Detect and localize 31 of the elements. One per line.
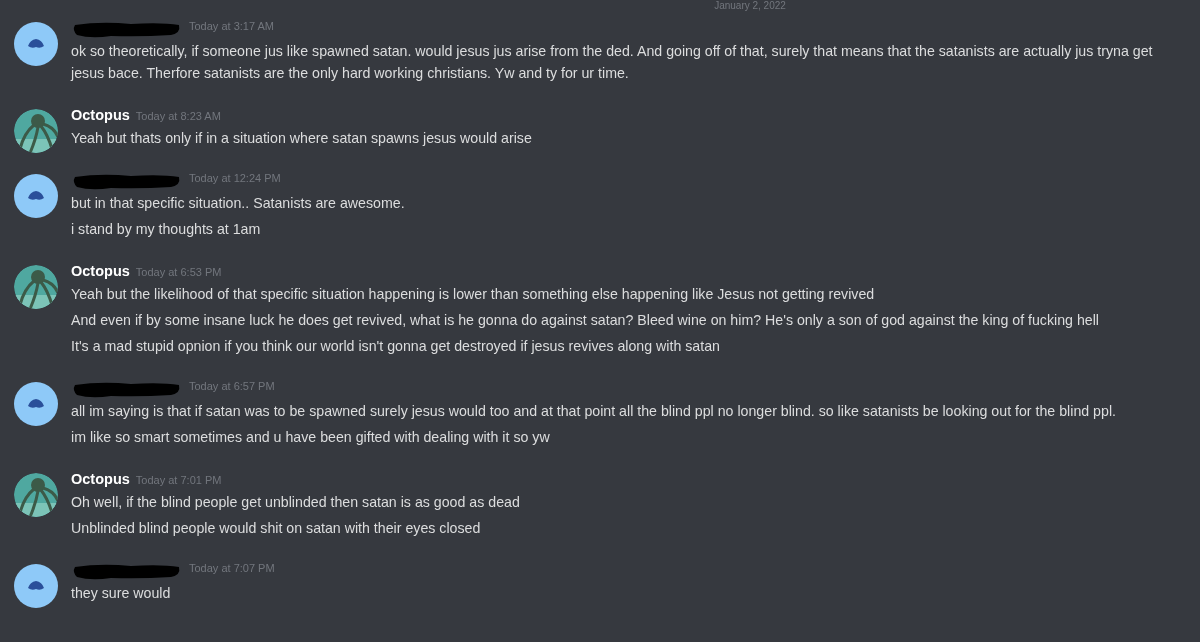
timestamp: Today at 12:24 PM bbox=[189, 172, 281, 184]
timestamp: Today at 7:01 PM bbox=[135, 474, 222, 486]
message-text: ok so theoretically, if someone jus like spawned satan. would jesus jus arise from the ded. And going off of that, surely that means that the satanists are actually jus tryna get jesus bace. Therfore satanists are the only hard working christians. Yw and ty for ur time. bbox=[71, 42, 1154, 83]
blob-icon bbox=[27, 398, 45, 410]
username[interactable]: Octopus bbox=[71, 107, 130, 123]
timestamp: Today at 8:23 AM bbox=[135, 110, 221, 122]
message-text: im like so smart sometimes and u have been gifted with dealing with it so yw bbox=[71, 428, 551, 447]
message-text: It's a mad stupid opnion if you think our world isn't gonna get destroyed if jesus revives along with satan bbox=[71, 337, 721, 356]
username[interactable]: Octopus bbox=[71, 263, 130, 279]
blob-icon bbox=[27, 38, 45, 50]
timestamp: Today at 6:53 PM bbox=[135, 266, 222, 278]
timestamp: Today at 7:07 PM bbox=[189, 562, 275, 574]
date-divider: January 2, 2022 bbox=[714, 0, 786, 13]
blob-icon bbox=[27, 190, 45, 202]
message-text: i stand by my thoughts at 1am bbox=[71, 220, 262, 239]
message-text: all im saying is that if satan was to be spawned surely jesus would too and at that point all the blind ppl no longer blind. so like satanists be looking out for the blind ppl. bbox=[71, 402, 1117, 421]
message-text: Oh well, if the blind people get unblinded then satan is as good as dead bbox=[71, 493, 521, 512]
username[interactable]: Octopus bbox=[71, 471, 130, 487]
timestamp: Today at 3:17 AM bbox=[189, 20, 274, 32]
timestamp: Today at 6:57 PM bbox=[189, 380, 275, 392]
user-avatar[interactable] bbox=[14, 382, 58, 426]
message-text: Yeah but the likelihood of that specific situation happening is lower than something else happening like Jesus not getting revived bbox=[71, 285, 876, 304]
message-text: And even if by some insane luck he does get revived, what is he gonna do against satan? Bleed wine on him? He's only a son of god against the king of fucking hell bbox=[71, 311, 1100, 330]
blob-icon bbox=[27, 580, 45, 592]
user-avatar[interactable] bbox=[14, 174, 58, 218]
user-avatar[interactable] bbox=[14, 564, 58, 608]
message-text: Yeah but thats only if in a situation where satan spawns jesus would arise bbox=[71, 129, 533, 148]
message-text: they sure would bbox=[71, 584, 172, 603]
message-text: Unblinded blind people would shit on satan with their eyes closed bbox=[71, 519, 482, 538]
user-avatar[interactable] bbox=[14, 22, 58, 66]
message-text: but in that specific situation.. Satanists are awesome. bbox=[71, 194, 406, 213]
